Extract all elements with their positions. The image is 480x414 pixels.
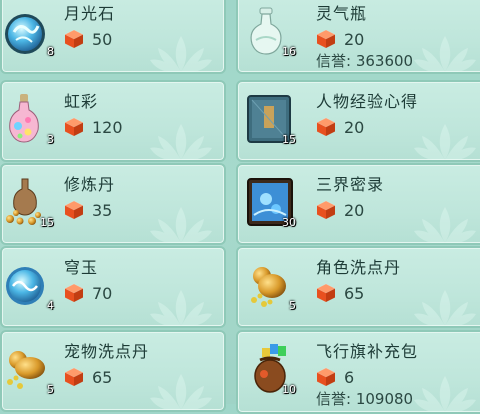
lotus-decoration-icon xyxy=(146,370,216,412)
quantity-label: 3 xyxy=(47,133,54,146)
price-value: 65 xyxy=(92,367,113,387)
flag-pack-icon: 10 xyxy=(240,338,298,396)
price-value: 120 xyxy=(92,117,123,137)
quantity-label: 30 xyxy=(282,216,296,229)
currency-cube-icon xyxy=(316,117,336,137)
quantity-label: 16 xyxy=(282,45,296,58)
item-name: 月光石 xyxy=(64,4,116,23)
item-name: 修炼丹 xyxy=(64,175,116,194)
item-name: 角色洗点丹 xyxy=(316,258,402,277)
item-card[interactable]: 15 修炼丹 35 xyxy=(0,163,226,245)
item-name: 穹玉 xyxy=(64,258,99,277)
item-card[interactable]: 8 月光石 50 xyxy=(0,0,226,74)
item-card[interactable]: 4 穹玉 70 xyxy=(0,246,226,328)
item-name: 灵气瓶 xyxy=(316,4,368,23)
price-row: 65 xyxy=(316,282,364,304)
quantity-label: 4 xyxy=(47,299,54,312)
spirit-bottle-icon: 16 xyxy=(240,0,298,58)
secret-scroll-icon: 30 xyxy=(240,171,298,229)
item-name: 三界密录 xyxy=(316,175,385,194)
lotus-decoration-icon xyxy=(410,203,480,245)
price-row: 20 xyxy=(316,116,364,138)
item-name: 人物经验心得 xyxy=(316,92,419,111)
item-name: 虹彩 xyxy=(64,92,99,111)
lotus-decoration-icon xyxy=(146,203,216,245)
lotus-decoration-icon xyxy=(410,32,480,74)
price-value: 6 xyxy=(344,367,355,387)
item-card[interactable]: 5 宠物洗点丹 65 xyxy=(0,330,226,412)
currency-cube-icon xyxy=(64,200,84,220)
quantity-label: 10 xyxy=(282,383,296,396)
item-card[interactable]: 10 飞行旗补充包 6 信誉: 109080 xyxy=(236,330,480,414)
item-card[interactable]: 15 人物经验心得 20 xyxy=(236,80,480,162)
item-card[interactable]: 30 三界密录 20 xyxy=(236,163,480,245)
lotus-decoration-icon xyxy=(410,286,480,328)
price-value: 35 xyxy=(92,200,113,220)
rainbow-potion-icon: 3 xyxy=(2,88,56,146)
currency-cube-icon xyxy=(316,283,336,303)
quantity-label: 8 xyxy=(47,45,54,58)
currency-cube-icon xyxy=(64,283,84,303)
experience-book-icon: 15 xyxy=(240,88,298,146)
lotus-decoration-icon xyxy=(410,372,480,414)
gourd-icon: 5 xyxy=(240,254,298,312)
moonstone-icon: 8 xyxy=(2,0,56,58)
price-value: 20 xyxy=(344,29,365,49)
currency-cube-icon xyxy=(64,29,84,49)
lotus-decoration-icon xyxy=(410,120,480,162)
price-value: 65 xyxy=(344,283,365,303)
currency-cube-icon xyxy=(64,367,84,387)
price-value: 20 xyxy=(344,200,365,220)
item-name: 飞行旗补充包 xyxy=(316,342,419,361)
currency-cube-icon xyxy=(316,367,336,387)
price-value: 50 xyxy=(92,29,113,49)
currency-cube-icon xyxy=(316,200,336,220)
price-row: 20 xyxy=(316,28,364,50)
price-row: 35 xyxy=(64,199,112,221)
item-card[interactable]: 3 虹彩 120 xyxy=(0,80,226,162)
credit-text: 信誉: 363600 xyxy=(316,52,414,70)
price-row: 6 xyxy=(316,366,354,388)
lotus-decoration-icon xyxy=(146,286,216,328)
gourd-icon: 5 xyxy=(2,338,56,396)
quantity-label: 15 xyxy=(40,216,54,229)
price-value: 20 xyxy=(344,117,365,137)
lotus-decoration-icon xyxy=(146,32,216,74)
credit-text: 信誉: 109080 xyxy=(316,390,414,408)
currency-cube-icon xyxy=(316,29,336,49)
quantity-label: 15 xyxy=(282,133,296,146)
price-row: 120 xyxy=(64,116,123,138)
cultivation-pill-icon: 15 xyxy=(2,171,56,229)
item-card[interactable]: 5 角色洗点丹 65 xyxy=(236,246,480,328)
quantity-label: 5 xyxy=(47,383,54,396)
currency-cube-icon xyxy=(64,117,84,137)
lotus-decoration-icon xyxy=(146,120,216,162)
price-row: 50 xyxy=(64,28,112,50)
sky-jade-icon: 4 xyxy=(2,254,56,312)
item-card[interactable]: 16 灵气瓶 20 信誉: 363600 xyxy=(236,0,480,74)
item-name: 宠物洗点丹 xyxy=(64,342,150,361)
price-value: 70 xyxy=(92,283,113,303)
price-row: 20 xyxy=(316,199,364,221)
price-row: 70 xyxy=(64,282,112,304)
quantity-label: 5 xyxy=(289,299,296,312)
price-row: 65 xyxy=(64,366,112,388)
